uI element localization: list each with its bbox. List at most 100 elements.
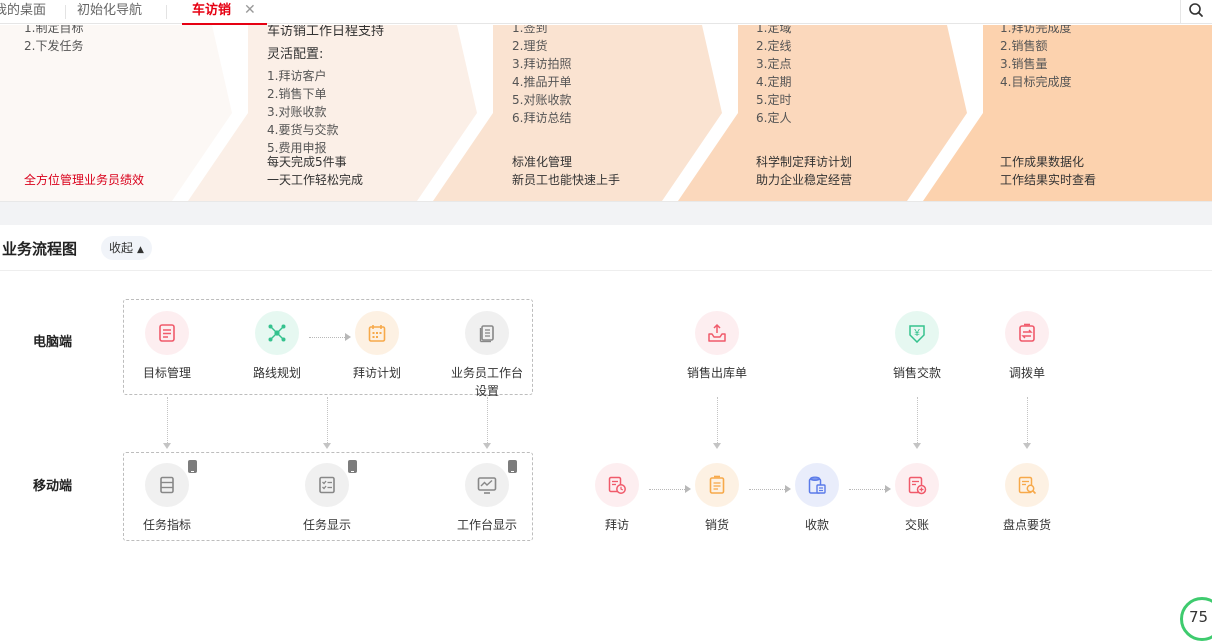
wallet-icon — [808, 476, 826, 494]
flow-arrow-down — [483, 397, 491, 449]
inbox-upload-icon — [708, 323, 726, 342]
mobile-icon — [188, 460, 197, 473]
footnote-line: 标准化管理 — [512, 155, 573, 169]
collapse-label: 收起 — [109, 241, 134, 255]
stage-item: 2.销售额 — [1000, 39, 1048, 53]
node-workbench-settings[interactable]: 业务员工作台设置 — [437, 311, 537, 400]
node-sell-goods[interactable]: 销货 — [667, 463, 767, 534]
stage-item: 2.下发任务 — [24, 39, 84, 53]
node-label: 销售出库单 — [686, 366, 747, 380]
network-icon — [268, 324, 286, 342]
transfer-doc-icon — [1019, 323, 1035, 342]
inventory-icon-circle — [1005, 463, 1049, 507]
node-sales-outbound[interactable]: 销售出库单 — [667, 311, 767, 382]
section-title: 业务流程图 — [2, 240, 78, 258]
transfer-icon-circle — [1005, 311, 1049, 355]
node-task-indicator[interactable]: 任务指标 — [117, 463, 217, 534]
tab-car-visit-sales[interactable]: 车访销 ✕ — [182, 0, 267, 25]
stage-item: 4.推品开单 — [512, 75, 572, 89]
receipt-icon — [709, 475, 725, 494]
yuan-shield-icon: ¥ — [909, 325, 925, 343]
divider — [0, 270, 1212, 271]
settle-icon-circle — [895, 463, 939, 507]
task-indicator-icon-circle — [145, 463, 189, 507]
stage-heading: 车访销工作日程支持 — [267, 25, 385, 39]
list-icon — [160, 476, 174, 494]
mobile-icon — [508, 460, 517, 473]
collapse-button[interactable]: 收起 ▲ — [101, 236, 152, 260]
footnote-line: 科学制定拜访计划 — [756, 155, 853, 169]
search-doc-icon — [1018, 476, 1037, 495]
node-target-management[interactable]: 目标管理 — [117, 311, 217, 382]
stage-item: 4.定期 — [756, 75, 792, 89]
checklist-icon — [319, 476, 335, 494]
node-label: 收款 — [804, 518, 829, 532]
stage-item: 6.拜访总结 — [512, 111, 572, 125]
stage-footnote: 每天完成5件事 一天工作轻松完成 — [267, 153, 363, 189]
score-badge[interactable]: 75 — [1180, 597, 1212, 641]
stage-item: 5.定时 — [756, 93, 792, 107]
tab-init-nav[interactable]: 初始化导航 — [77, 0, 142, 24]
flow-arrow-down — [163, 397, 171, 449]
feature-banner: 1.制定目标 2.下发任务 全方位管理业务员绩效 车访销工作日程支持 灵活配置:… — [0, 25, 1212, 201]
stage-item: 1.制定目标 — [24, 25, 84, 35]
section-gap — [0, 201, 1212, 225]
node-label: 拜访 — [604, 518, 629, 532]
footnote-line: 工作结果实时查看 — [1000, 173, 1097, 187]
tab-divider — [65, 5, 66, 19]
node-label: 交账 — [904, 518, 929, 532]
stage-item: 2.定线 — [756, 39, 792, 53]
node-transfer-order[interactable]: 调拨单 — [977, 311, 1077, 382]
target-icon-circle — [145, 311, 189, 355]
stage-item: 6.定人 — [756, 111, 792, 125]
node-label: 拜访计划 — [352, 366, 401, 380]
stage-item: 1.签到 — [512, 25, 548, 35]
node-collect-payment[interactable]: 收款 — [767, 463, 867, 534]
node-label: 工作台显示 — [456, 518, 517, 532]
search-button[interactable] — [1180, 0, 1212, 24]
node-sales-payment[interactable]: ¥ 销售交款 — [867, 311, 967, 382]
node-settle-account[interactable]: 交账 — [867, 463, 967, 534]
close-icon[interactable]: ✕ — [244, 0, 256, 21]
row-label-pc: 电脑端 — [33, 335, 73, 350]
tab-label: 车访销 — [192, 3, 232, 18]
tab-my-desktop[interactable]: 我的桌面 — [0, 0, 46, 24]
monitor-chart-icon — [477, 477, 497, 494]
node-inventory-request[interactable]: 盘点要货 — [977, 463, 1077, 534]
node-label: 路线规划 — [252, 366, 301, 380]
collect-icon-circle — [795, 463, 839, 507]
search-icon — [1189, 3, 1203, 17]
visit-plan-icon-circle — [355, 311, 399, 355]
visit-icon-circle — [595, 463, 639, 507]
stage-item: 2.理货 — [512, 39, 548, 53]
stage-footnote: 工作成果数据化 工作结果实时查看 — [1000, 153, 1096, 189]
node-label: 业务员工作台设置 — [450, 366, 523, 398]
flow-arrow-down — [913, 397, 921, 449]
node-workbench-display[interactable]: 工作台显示 — [437, 463, 537, 534]
payment-icon-circle: ¥ — [895, 311, 939, 355]
flow-arrow-down — [713, 397, 721, 449]
stage-footnote: 标准化管理 新员工也能快速上手 — [512, 153, 620, 189]
document-stack-icon — [479, 325, 494, 343]
sell-icon-circle — [695, 463, 739, 507]
footnote-line: 每天完成5件事 — [267, 155, 347, 169]
stage-item: 1.拜访客户 — [267, 69, 327, 83]
stage-item: 4.要货与交款 — [267, 123, 339, 137]
stage-heading: 灵活配置: — [267, 47, 324, 62]
node-visit-plan[interactable]: 拜访计划 — [327, 311, 427, 382]
stage-footnote: 全方位管理业务员绩效 — [24, 173, 145, 187]
stage-item: 1.拜访完成度 — [1000, 25, 1072, 35]
stage-analytics: 1.拜访完成度 2.销售额 3.销售量 4.目标完成度 — [1000, 25, 1071, 91]
invoice-add-icon — [908, 476, 927, 495]
node-visit[interactable]: 拜访 — [567, 463, 667, 534]
tab-bar: 我的桌面 初始化导航 车访销 ✕ — [0, 0, 1212, 25]
stage-item: 3.定点 — [756, 57, 792, 71]
clock-doc-icon — [608, 476, 626, 494]
stage-item: 1.定域 — [756, 25, 792, 35]
node-route-planning[interactable]: 路线规划 — [227, 311, 327, 382]
node-label: 盘点要货 — [1002, 518, 1051, 532]
stage-item: 2.销售下单 — [267, 87, 327, 101]
stage-plan: 1.制定目标 2.下发任务 — [24, 25, 83, 55]
node-task-display[interactable]: 任务显示 — [277, 463, 377, 534]
stage-item: 3.销售量 — [1000, 57, 1048, 71]
